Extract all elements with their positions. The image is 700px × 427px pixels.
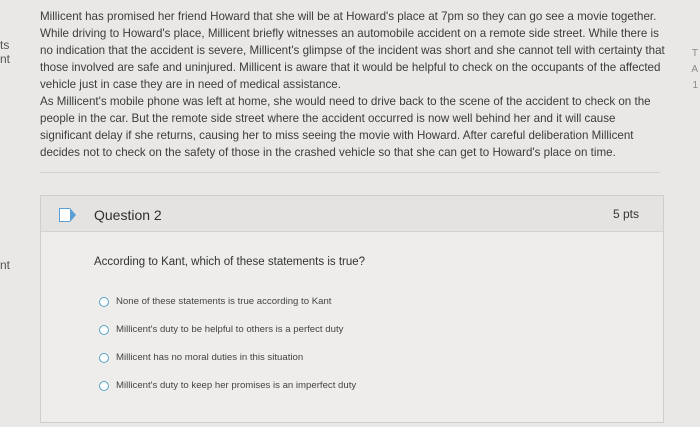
question-points: 5 pts [612,207,639,221]
scenario-paragraph: Millicent has promised her friend Howard… [40,10,665,91]
scenario-text: Millicent has promised her friend Howard… [40,8,665,161]
left-edge-text: ts [0,38,10,52]
question-prompt: According to Kant, which of these statem… [94,256,366,268]
question-title: Question 2 [94,207,162,223]
question-header: Question 2 5 pts [41,196,663,232]
right-edge-text: A [691,64,698,75]
radio-button[interactable] [99,296,109,307]
radio-button[interactable] [99,352,109,363]
radio-button[interactable] [99,324,109,335]
answer-label: None of these statements is true accordi… [116,296,332,307]
divider [40,172,660,173]
left-edge-text: nt [0,258,11,272]
answer-label: Millicent's duty to keep her promises is… [116,380,357,391]
radio-button[interactable] [99,380,109,391]
right-edge-text: T [691,48,698,59]
answer-option[interactable]: Millicent's duty to keep her promises is… [99,380,356,391]
left-edge-text: nt [0,52,11,66]
flag-icon[interactable] [59,208,76,222]
answer-label: Millicent has no moral duties in this si… [116,352,304,363]
question-card: Question 2 5 pts According to Kant, whic… [40,195,664,423]
answer-option[interactable]: Millicent's duty to be helpful to others… [99,324,343,335]
answer-option[interactable]: Millicent has no moral duties in this si… [99,352,303,363]
right-edge-text: 1 [692,80,698,91]
scenario-paragraph: As Millicent's mobile phone was left at … [40,95,651,159]
answer-label: Millicent's duty to be helpful to others… [116,324,344,335]
answer-option[interactable]: None of these statements is true accordi… [99,296,331,307]
